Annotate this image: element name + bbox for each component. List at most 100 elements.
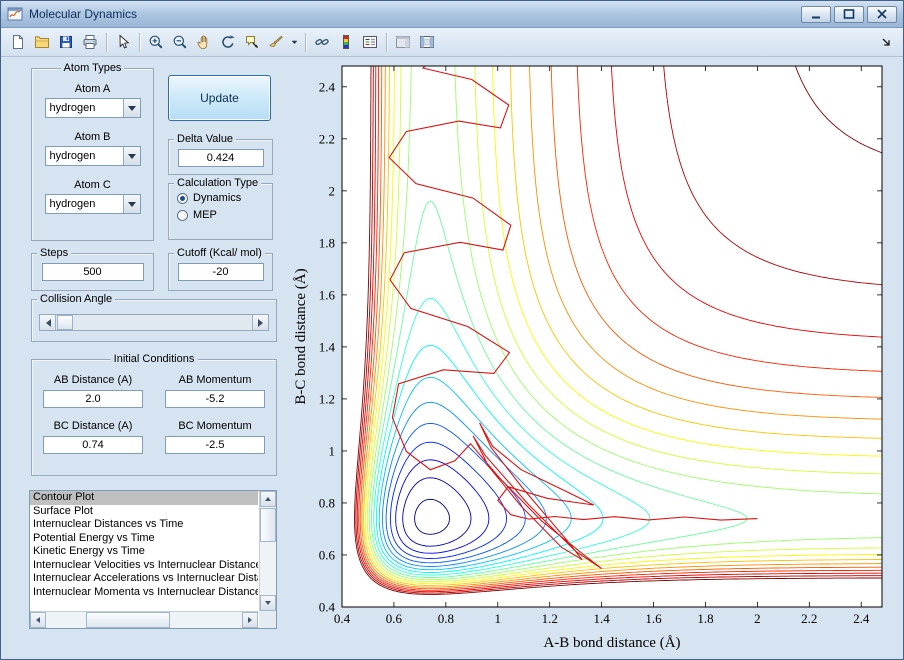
ab-distance-input[interactable] bbox=[43, 390, 143, 408]
plot-type-listbox[interactable]: Contour Plot Surface Plot Internuclear Dis… bbox=[29, 490, 277, 629]
slider-left-arrow[interactable] bbox=[40, 315, 56, 330]
toolbar-separator bbox=[305, 32, 306, 52]
svg-text:2.2: 2.2 bbox=[319, 131, 335, 146]
titlebar[interactable]: Molecular Dynamics bbox=[1, 1, 903, 28]
dropdown-arrow-icon[interactable] bbox=[122, 147, 140, 165]
radio-unselected-icon bbox=[177, 209, 188, 221]
update-button[interactable]: Update bbox=[168, 75, 271, 121]
close-button[interactable] bbox=[867, 5, 897, 23]
dropdown-arrow-icon[interactable] bbox=[122, 99, 140, 117]
window-controls bbox=[801, 5, 897, 23]
svg-text:B-C bond distance (Å): B-C bond distance (Å) bbox=[293, 268, 309, 404]
delta-value-input[interactable] bbox=[177, 149, 264, 167]
bc-momentum-label: BC Momentum bbox=[178, 420, 252, 432]
slider-right-arrow[interactable] bbox=[252, 315, 268, 330]
plot-list-item[interactable]: Contour Plot bbox=[30, 491, 258, 505]
plot-list-item[interactable]: Internuclear Velocities vs Internuclear … bbox=[30, 559, 258, 573]
scroll-left-arrow[interactable] bbox=[30, 612, 46, 628]
atom-b-label: Atom B bbox=[74, 131, 111, 143]
calc-type-mep-label: MEP bbox=[193, 209, 217, 221]
atom-c-label: Atom C bbox=[74, 179, 111, 191]
plot-list-item[interactable]: Potential Energy vs Time bbox=[30, 532, 258, 546]
cutoff-title: Cutoff (Kcal/ mol) bbox=[174, 247, 265, 260]
bc-momentum-input[interactable] bbox=[165, 436, 265, 454]
figure-canvas: Atom Types Atom A hydrogen Atom B hydrog… bbox=[1, 57, 903, 659]
window-title: Molecular Dynamics bbox=[29, 7, 138, 21]
svg-text:0.6: 0.6 bbox=[386, 611, 403, 626]
delta-value-panel: Delta Value bbox=[168, 133, 273, 175]
hide-plot-tools-icon[interactable] bbox=[391, 31, 415, 54]
scroll-up-arrow[interactable] bbox=[260, 491, 276, 507]
new-figure-icon[interactable] bbox=[6, 31, 30, 54]
cutoff-input[interactable] bbox=[177, 263, 264, 281]
listbox-horizontal-scrollbar[interactable] bbox=[30, 611, 258, 628]
brush-menu-icon[interactable] bbox=[288, 31, 301, 54]
scroll-right-arrow[interactable] bbox=[242, 612, 258, 628]
data-cursor-icon[interactable] bbox=[240, 31, 264, 54]
collision-angle-panel: Collision Angle bbox=[31, 293, 277, 342]
pan-icon[interactable] bbox=[192, 31, 216, 54]
vertical-scroll-thumb[interactable] bbox=[260, 508, 276, 542]
toolbar-separator bbox=[106, 32, 107, 52]
edit-plot-icon[interactable] bbox=[111, 31, 135, 54]
atom-c-dropdown[interactable]: hydrogen bbox=[44, 194, 141, 214]
steps-input[interactable] bbox=[41, 263, 144, 281]
maximize-button[interactable] bbox=[834, 5, 864, 23]
brush-icon[interactable] bbox=[264, 31, 288, 54]
atom-c-value: hydrogen bbox=[49, 198, 96, 210]
initial-conditions-panel: Initial Conditions AB Distance (A) AB Mo… bbox=[31, 353, 277, 476]
link-plot-icon[interactable] bbox=[310, 31, 334, 54]
svg-text:0.8: 0.8 bbox=[319, 495, 335, 510]
collision-angle-title: Collision Angle bbox=[37, 293, 116, 306]
delta-value-title: Delta Value bbox=[174, 133, 237, 146]
atom-b-dropdown[interactable]: hydrogen bbox=[44, 146, 141, 166]
svg-text:1.4: 1.4 bbox=[319, 339, 336, 354]
svg-text:1.6: 1.6 bbox=[645, 611, 662, 626]
calc-type-dynamics-radio[interactable]: Dynamics bbox=[177, 192, 272, 204]
svg-text:2.4: 2.4 bbox=[319, 79, 336, 94]
atom-a-label: Atom A bbox=[74, 83, 111, 95]
figure-window: Molecular Dynamics Atom Types Atom A hyd… bbox=[0, 0, 904, 660]
figure-toolbar bbox=[1, 28, 903, 57]
rotate-3d-icon[interactable] bbox=[216, 31, 240, 54]
insert-legend-icon[interactable] bbox=[358, 31, 382, 54]
svg-text:1.2: 1.2 bbox=[319, 391, 335, 406]
svg-text:1.2: 1.2 bbox=[542, 611, 558, 626]
svg-text:1.6: 1.6 bbox=[319, 287, 336, 302]
save-figure-icon[interactable] bbox=[54, 31, 78, 54]
print-figure-icon[interactable] bbox=[78, 31, 102, 54]
atom-types-title: Atom Types bbox=[60, 62, 125, 75]
ab-momentum-input[interactable] bbox=[165, 390, 265, 408]
svg-text:0.4: 0.4 bbox=[319, 600, 336, 615]
zoom-out-icon[interactable] bbox=[168, 31, 192, 54]
show-plot-tools-dock-icon[interactable] bbox=[415, 31, 439, 54]
dropdown-arrow-icon[interactable] bbox=[122, 195, 140, 213]
plot-list-item[interactable]: Internuclear Distances vs Time bbox=[30, 518, 258, 532]
atom-a-value: hydrogen bbox=[49, 102, 96, 114]
horizontal-scroll-thumb[interactable] bbox=[86, 612, 170, 628]
scroll-down-arrow[interactable] bbox=[260, 595, 276, 611]
atom-a-dropdown[interactable]: hydrogen bbox=[44, 98, 141, 118]
plot-list-item[interactable]: Internuclear Accelerations vs Internucle… bbox=[30, 572, 258, 586]
open-file-icon[interactable] bbox=[30, 31, 54, 54]
bc-distance-input[interactable] bbox=[43, 436, 143, 454]
dock-figure-arrow-icon[interactable] bbox=[874, 31, 898, 54]
slider-thumb[interactable] bbox=[57, 315, 73, 330]
initial-conditions-grid: AB Distance (A) AB Momentum BC Distance … bbox=[40, 362, 268, 454]
zoom-in-icon[interactable] bbox=[144, 31, 168, 54]
toolbar-separator bbox=[139, 32, 140, 52]
steps-title: Steps bbox=[37, 247, 72, 260]
collision-angle-slider[interactable] bbox=[39, 314, 269, 331]
atom-b-value: hydrogen bbox=[49, 150, 96, 162]
minimize-button[interactable] bbox=[801, 5, 831, 23]
plot-list-item[interactable]: Internuclear Momenta vs Internuclear Dis… bbox=[30, 586, 258, 600]
contour-plot[interactable]: 0.4 0.6 0.8 1 1.2 1.4 1.6 1.8 2 2.2 2.4 0.4 0.6 0.8 1 1… bbox=[291, 57, 904, 660]
steps-panel: Steps bbox=[31, 247, 154, 291]
plot-list-item[interactable]: Kinetic Energy vs Time bbox=[30, 545, 258, 559]
calc-type-dynamics-label: Dynamics bbox=[193, 192, 242, 204]
calc-type-mep-radio[interactable]: MEP bbox=[177, 209, 272, 221]
plot-list-item[interactable]: Surface Plot bbox=[30, 505, 258, 519]
insert-colorbar-icon[interactable] bbox=[334, 31, 358, 54]
listbox-vertical-scrollbar[interactable] bbox=[259, 491, 276, 611]
ab-distance-label: AB Distance (A) bbox=[53, 374, 133, 386]
